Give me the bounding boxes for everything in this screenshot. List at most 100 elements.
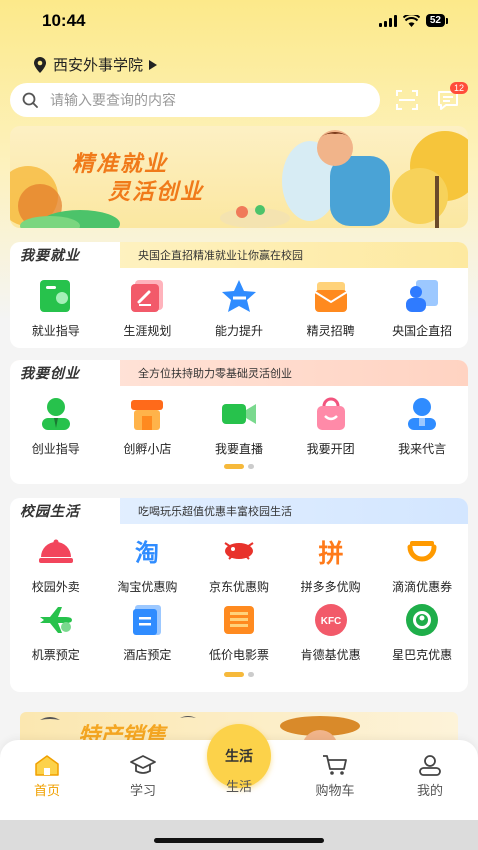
- feature-grid: 创业指导 创孵小店 我要直播 我要开团 我来代言: [10, 386, 468, 462]
- section-campus-life: 校园生活 吃喝玩乐超值优惠丰富校园生活 校园外卖 淘 淘宝优惠购 京东优惠购 拼…: [10, 498, 468, 692]
- tab-study[interactable]: 学习: [103, 754, 183, 799]
- starbucks-icon: [406, 604, 439, 636]
- pinduoduo-icon: 拼: [318, 539, 343, 567]
- grid-item-starbucks[interactable]: 星巴克优惠: [376, 600, 468, 668]
- grid-label: 肯德基优惠: [300, 648, 361, 662]
- grid-label: 我要开团: [306, 442, 355, 456]
- grid-item-group[interactable]: 我要开团: [285, 394, 377, 462]
- grid-item-ambassador[interactable]: 我来代言: [376, 394, 468, 462]
- grid-item-job-guide[interactable]: 就业指导: [10, 276, 102, 344]
- shop-icon: [131, 400, 164, 430]
- section-header: 校园生活 吃喝玩乐超值优惠丰富校园生活: [10, 498, 468, 524]
- scan-icon[interactable]: [396, 89, 418, 111]
- grid-item-soe-recruit[interactable]: 央国企直招: [376, 276, 468, 344]
- grid-item-live[interactable]: 我要直播: [193, 394, 285, 462]
- profile-icon: [419, 755, 441, 776]
- grid-item-pinduoduo[interactable]: 拼 拼多多优购: [285, 532, 377, 600]
- search-input[interactable]: 请输入要查询的内容: [10, 83, 380, 117]
- signal-icon: [378, 14, 397, 27]
- grid-item-taobao[interactable]: 淘 淘宝优惠购: [102, 532, 194, 600]
- grid-label: 星巴克优惠: [392, 648, 453, 662]
- grid-item-hotel[interactable]: 酒店预定: [102, 600, 194, 668]
- system-nav-area: [0, 820, 478, 850]
- live-camera-icon: [221, 404, 256, 424]
- grid-item-kfc[interactable]: KFC 肯德基优惠: [285, 600, 377, 668]
- recruit-mail-icon: [314, 282, 348, 312]
- grid-label: 创孵小店: [123, 442, 172, 456]
- page-dot-active: [224, 672, 244, 677]
- search-icon: [22, 92, 38, 108]
- grid-label: 央国企直招: [392, 324, 453, 338]
- grid-item-flight[interactable]: 机票预定: [10, 600, 102, 668]
- hotel-icon: [133, 605, 162, 635]
- location-selector[interactable]: 西安外事学院: [33, 54, 158, 75]
- grid-label: 机票预定: [31, 648, 80, 662]
- section-subtitle: 全方位扶持助力零基础灵活创业: [138, 367, 292, 380]
- status-bar: 10:44 52: [0, 0, 478, 44]
- grid-label: 京东优惠购: [208, 580, 269, 594]
- group-bag-icon: [316, 397, 345, 430]
- page-dot: [248, 464, 254, 469]
- section-startup: 我要创业 全方位扶持助力零基础灵活创业 创业指导 创孵小店 我要直播 我要开团 …: [10, 360, 468, 484]
- grid-item-startup-guide[interactable]: 创业指导: [10, 394, 102, 462]
- tab-cart[interactable]: 购物车: [295, 754, 375, 799]
- svg-text:拼: 拼: [318, 539, 343, 567]
- message-badge: 12: [449, 82, 468, 94]
- ambassador-icon: [408, 398, 437, 430]
- grid-item-shop[interactable]: 创孵小店: [102, 394, 194, 462]
- grid-item-movie[interactable]: 低价电影票: [193, 600, 285, 668]
- page-indicator: [10, 672, 468, 677]
- banner-line-2: 灵活创业: [108, 180, 205, 205]
- study-cap-icon: [130, 755, 156, 774]
- grid-label: 校园外卖: [31, 580, 80, 594]
- tab-life-label: 生活: [225, 780, 252, 795]
- section-header: 我要就业 央国企直招精准就业让你赢在校园: [10, 242, 468, 268]
- location-pin-icon: [34, 56, 46, 73]
- status-icons: 52: [378, 14, 448, 27]
- skill-star-icon: [221, 280, 256, 312]
- grid-item-jd[interactable]: 京东优惠购: [193, 532, 285, 600]
- tab-home[interactable]: 首页: [7, 754, 87, 799]
- tab-profile[interactable]: 我的: [390, 754, 470, 799]
- grid-item-didi[interactable]: 滴滴优惠券: [376, 532, 468, 600]
- search-row: 请输入要查询的内容 12: [10, 82, 468, 117]
- page-dot-active: [224, 464, 244, 469]
- grid-label: 酒店预定: [123, 648, 172, 662]
- page-dot: [248, 672, 254, 677]
- grid-label: 低价电影票: [208, 648, 269, 662]
- grid-item-skill[interactable]: 能力提升: [193, 276, 285, 344]
- section-title: 校园生活: [10, 498, 120, 524]
- feature-grid: 校园外卖 淘 淘宝优惠购 京东优惠购 拼 拼多多优购 滴滴优惠券 机票预定 酒店…: [10, 524, 468, 668]
- didi-icon: [407, 541, 437, 562]
- bottom-tab-bar: 首页 学习 生活 生活 购物车 我的: [0, 724, 478, 820]
- search-placeholder: 请输入要查询的内容: [50, 93, 176, 109]
- career-plan-icon: [131, 280, 164, 312]
- kfc-icon: KFC: [314, 604, 347, 636]
- message-button[interactable]: 12: [436, 82, 468, 112]
- section-title: 我要创业: [10, 360, 120, 386]
- home-icon: [35, 755, 59, 776]
- grid-item-recruit[interactable]: 精灵招聘: [285, 276, 377, 344]
- page-indicator: [10, 464, 468, 469]
- home-indicator[interactable]: [154, 838, 324, 843]
- feature-grid: 就业指导 生涯规划 能力提升 精灵招聘 央国企直招: [10, 268, 468, 344]
- grid-item-takeout[interactable]: 校园外卖: [10, 532, 102, 600]
- grid-item-career-plan[interactable]: 生涯规划: [102, 276, 194, 344]
- takeout-icon: [38, 539, 73, 563]
- section-title: 我要就业: [10, 242, 120, 268]
- svg-text:KFC: KFC: [320, 616, 341, 627]
- soe-recruit-icon: [406, 280, 439, 312]
- battery-icon: 52: [425, 14, 445, 27]
- cart-icon: [323, 755, 347, 775]
- jd-icon: [224, 542, 254, 560]
- tab-label: 首页: [33, 784, 60, 799]
- grid-label: 生涯规划: [123, 324, 172, 338]
- startup-guide-icon: [41, 398, 70, 430]
- wifi-icon: [402, 14, 420, 27]
- status-time: 10:44: [42, 11, 86, 30]
- svg-text:淘: 淘: [135, 539, 159, 567]
- tab-label: 购物车: [315, 784, 355, 799]
- location-name: 西安外事学院: [53, 56, 144, 74]
- job-guide-icon: [39, 280, 70, 312]
- hero-banner[interactable]: 精准就业 灵活创业: [10, 126, 468, 228]
